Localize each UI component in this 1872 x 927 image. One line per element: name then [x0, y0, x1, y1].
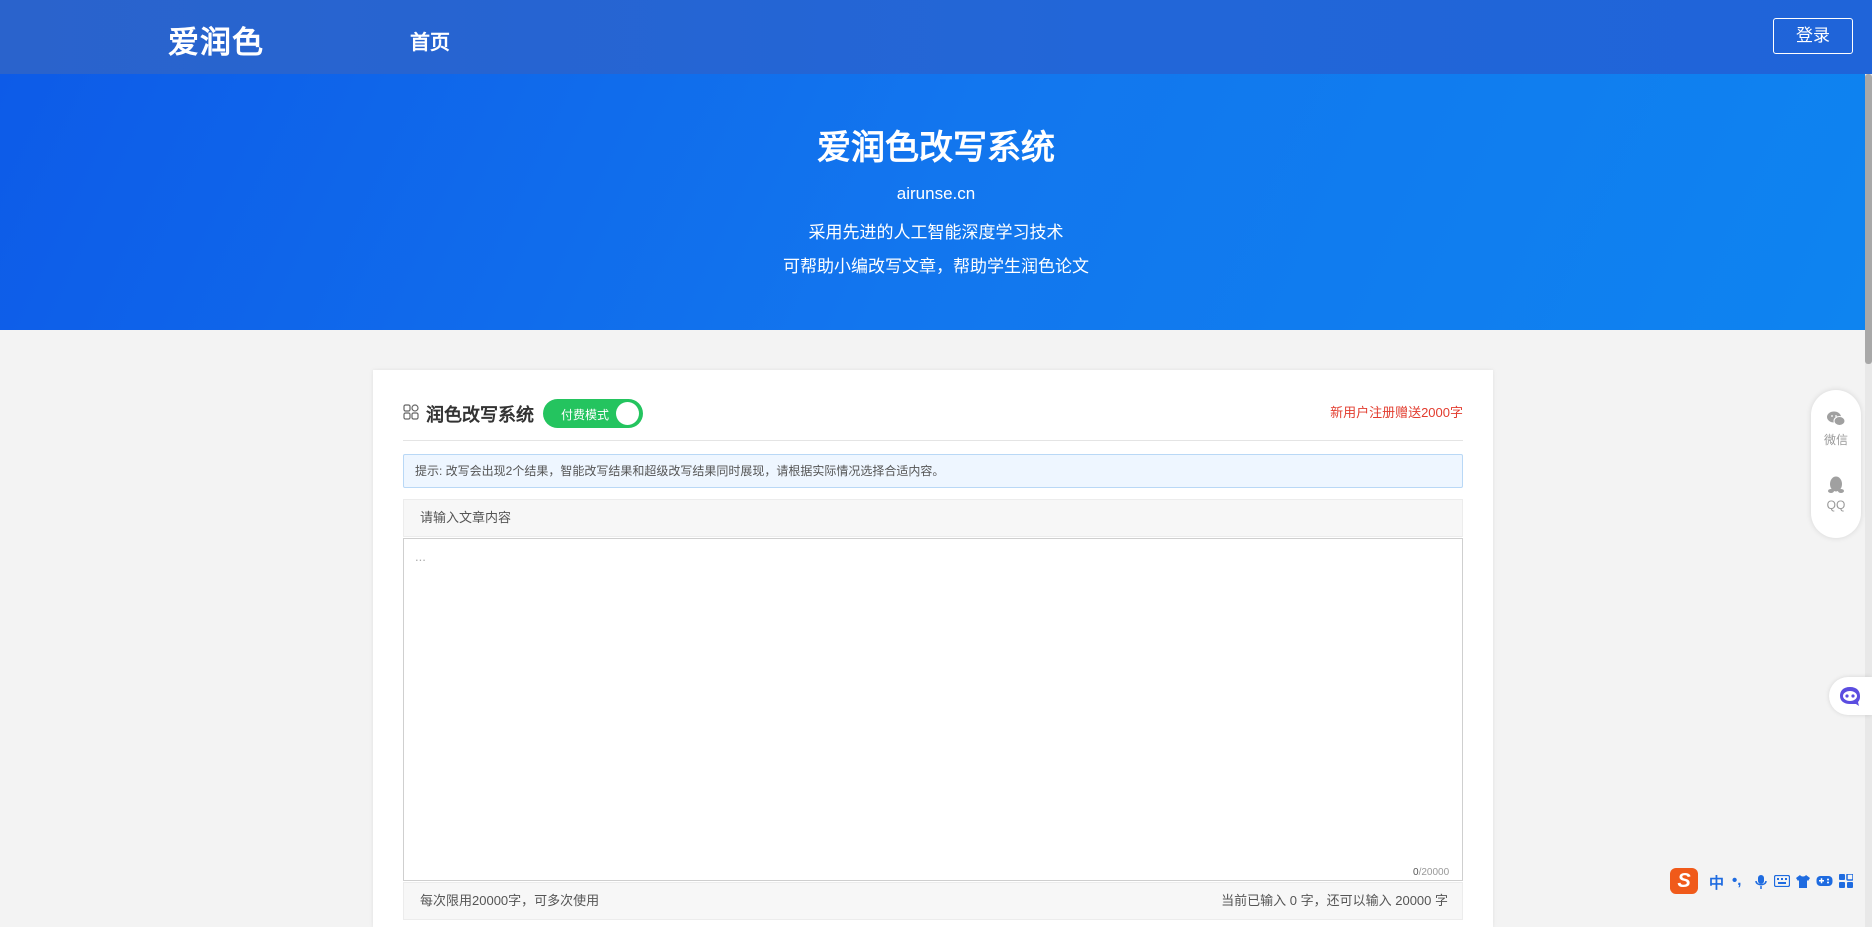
toggle-knob — [616, 402, 639, 425]
qq-penguin-icon — [1828, 476, 1844, 493]
keyboard-icon[interactable] — [1774, 875, 1790, 887]
chatbot-button[interactable] — [1829, 677, 1872, 715]
rewrite-card: 润色改写系统 付费模式 新用户注册赠送2000字 提示: 改写会出现2个结果，智… — [373, 370, 1493, 927]
hero-banner: 爱润色改写系统 airunse.cn 采用先进的人工智能深度学习技术 可帮助小编… — [0, 74, 1872, 330]
gamepad-icon[interactable] — [1816, 875, 1833, 887]
card-title: 润色改写系统 — [426, 405, 534, 425]
grid-icon[interactable] — [1839, 874, 1853, 888]
top-navbar: 爱润色 首页 登录 — [0, 0, 1872, 74]
chatbot-icon — [1840, 687, 1860, 706]
login-button[interactable]: 登录 — [1773, 18, 1853, 54]
ime-lang[interactable]: 中 — [1709, 872, 1724, 893]
usage-limit-text: 每次限用20000字，可多次使用 — [420, 893, 600, 908]
hero-tagline-2: 可帮助小编改写文章，帮助学生润色论文 — [783, 257, 1089, 276]
sogou-logo-icon[interactable]: S — [1670, 868, 1698, 894]
wechat-label: 微信 — [1823, 433, 1848, 447]
qq-contact[interactable]: QQ — [1811, 475, 1861, 512]
hero-domain: airunse.cn — [896, 184, 976, 203]
paid-mode-label: 付费模式 — [561, 408, 610, 422]
page-scrollbar-thumb[interactable] — [1865, 74, 1872, 364]
input-count-text: 当前已输入 0 字，还可以输入 20000 字 — [1221, 893, 1448, 908]
article-input[interactable] — [403, 538, 1463, 881]
contact-float-panel: 微信 QQ — [1811, 390, 1861, 538]
char-count-max: /20000 — [1418, 867, 1450, 878]
ime-toolbar: S 中 •, — [1668, 866, 1872, 896]
nav-home-link[interactable]: 首页 — [410, 26, 450, 55]
paid-mode-toggle[interactable]: 付费模式 — [543, 399, 643, 428]
editor-header: 请输入文章内容 — [403, 499, 1463, 537]
qq-label: QQ — [1826, 498, 1846, 512]
promo-text: 新用户注册赠送2000字 — [1330, 405, 1463, 420]
hero-tagline-1: 采用先进的人工智能深度学习技术 — [808, 223, 1064, 242]
hero-title: 爱润色改写系统 — [817, 129, 1055, 167]
mic-icon[interactable] — [1755, 874, 1767, 890]
wechat-icon — [1827, 411, 1846, 426]
wechat-contact[interactable]: 微信 — [1811, 410, 1861, 448]
editor-footer: 每次限用20000字，可多次使用 当前已输入 0 字，还可以输入 20000 字 — [403, 882, 1463, 920]
ime-punct[interactable]: •, — [1732, 872, 1741, 889]
tip-notice: 提示: 改写会出现2个结果，智能改写结果和超级改写结果同时展现，请根据实际情况选… — [403, 454, 1463, 488]
apps-grid-icon — [403, 404, 419, 420]
site-logo[interactable]: 爱润色 — [168, 17, 264, 62]
shirt-icon[interactable] — [1795, 874, 1811, 889]
divider — [403, 440, 1463, 441]
char-counter: 0/20000 — [1413, 867, 1449, 878]
